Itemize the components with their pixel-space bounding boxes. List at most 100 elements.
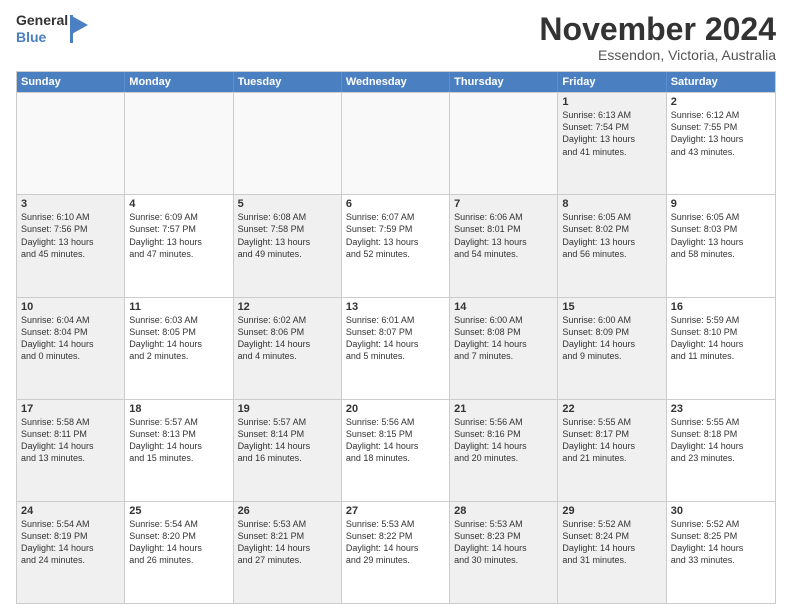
day-number: 11 [129, 301, 228, 313]
day-info: Sunrise: 5:58 AM Sunset: 8:11 PM Dayligh… [21, 416, 120, 465]
day-info: Sunrise: 6:03 AM Sunset: 8:05 PM Dayligh… [129, 314, 228, 363]
day-cell-empty-3 [342, 93, 450, 194]
day-cell-7: 7Sunrise: 6:06 AM Sunset: 8:01 PM Daylig… [450, 195, 558, 296]
day-cell-4: 4Sunrise: 6:09 AM Sunset: 7:57 PM Daylig… [125, 195, 233, 296]
day-cell-15: 15Sunrise: 6:00 AM Sunset: 8:09 PM Dayli… [558, 298, 666, 399]
day-header-saturday: Saturday [667, 72, 775, 92]
header: General Blue November 2024 Essendon, Vic… [16, 12, 776, 63]
day-header-sunday: Sunday [17, 72, 125, 92]
location: Essendon, Victoria, Australia [539, 47, 776, 63]
day-cell-20: 20Sunrise: 5:56 AM Sunset: 8:15 PM Dayli… [342, 400, 450, 501]
day-number: 25 [129, 505, 228, 517]
week-row-5: 24Sunrise: 5:54 AM Sunset: 8:19 PM Dayli… [17, 501, 775, 603]
day-cell-22: 22Sunrise: 5:55 AM Sunset: 8:17 PM Dayli… [558, 400, 666, 501]
day-number: 24 [21, 505, 120, 517]
day-info: Sunrise: 6:04 AM Sunset: 8:04 PM Dayligh… [21, 314, 120, 363]
day-number: 3 [21, 198, 120, 210]
day-cell-21: 21Sunrise: 5:56 AM Sunset: 8:16 PM Dayli… [450, 400, 558, 501]
week-row-4: 17Sunrise: 5:58 AM Sunset: 8:11 PM Dayli… [17, 399, 775, 501]
weeks: 1Sunrise: 6:13 AM Sunset: 7:54 PM Daylig… [17, 92, 775, 603]
logo-chevron-icon [70, 15, 90, 43]
logo-text: General Blue [16, 12, 68, 46]
day-number: 1 [562, 96, 661, 108]
day-cell-30: 30Sunrise: 5:52 AM Sunset: 8:25 PM Dayli… [667, 502, 775, 603]
day-cell-5: 5Sunrise: 6:08 AM Sunset: 7:58 PM Daylig… [234, 195, 342, 296]
day-info: Sunrise: 6:12 AM Sunset: 7:55 PM Dayligh… [671, 109, 771, 158]
day-info: Sunrise: 5:53 AM Sunset: 8:21 PM Dayligh… [238, 518, 337, 567]
day-header-wednesday: Wednesday [342, 72, 450, 92]
day-number: 20 [346, 403, 445, 415]
day-headers: SundayMondayTuesdayWednesdayThursdayFrid… [17, 72, 775, 92]
logo-container: General Blue [16, 12, 90, 46]
day-info: Sunrise: 5:53 AM Sunset: 8:22 PM Dayligh… [346, 518, 445, 567]
day-info: Sunrise: 5:56 AM Sunset: 8:16 PM Dayligh… [454, 416, 553, 465]
day-number: 12 [238, 301, 337, 313]
day-number: 18 [129, 403, 228, 415]
title-block: November 2024 Essendon, Victoria, Austra… [539, 12, 776, 63]
day-info: Sunrise: 6:05 AM Sunset: 8:03 PM Dayligh… [671, 211, 771, 260]
day-info: Sunrise: 5:59 AM Sunset: 8:10 PM Dayligh… [671, 314, 771, 363]
day-cell-8: 8Sunrise: 6:05 AM Sunset: 8:02 PM Daylig… [558, 195, 666, 296]
day-number: 16 [671, 301, 771, 313]
day-cell-16: 16Sunrise: 5:59 AM Sunset: 8:10 PM Dayli… [667, 298, 775, 399]
day-info: Sunrise: 6:08 AM Sunset: 7:58 PM Dayligh… [238, 211, 337, 260]
day-info: Sunrise: 6:02 AM Sunset: 8:06 PM Dayligh… [238, 314, 337, 363]
day-cell-empty-1 [125, 93, 233, 194]
day-cell-6: 6Sunrise: 6:07 AM Sunset: 7:59 PM Daylig… [342, 195, 450, 296]
day-number: 22 [562, 403, 661, 415]
day-info: Sunrise: 5:57 AM Sunset: 8:14 PM Dayligh… [238, 416, 337, 465]
day-number: 29 [562, 505, 661, 517]
day-info: Sunrise: 5:52 AM Sunset: 8:24 PM Dayligh… [562, 518, 661, 567]
logo: General Blue [16, 12, 90, 46]
day-info: Sunrise: 5:54 AM Sunset: 8:19 PM Dayligh… [21, 518, 120, 567]
day-cell-27: 27Sunrise: 5:53 AM Sunset: 8:22 PM Dayli… [342, 502, 450, 603]
logo-general: General [16, 12, 68, 28]
day-number: 30 [671, 505, 771, 517]
day-number: 13 [346, 301, 445, 313]
day-number: 28 [454, 505, 553, 517]
day-info: Sunrise: 6:06 AM Sunset: 8:01 PM Dayligh… [454, 211, 553, 260]
day-cell-29: 29Sunrise: 5:52 AM Sunset: 8:24 PM Dayli… [558, 502, 666, 603]
day-cell-1: 1Sunrise: 6:13 AM Sunset: 7:54 PM Daylig… [558, 93, 666, 194]
day-info: Sunrise: 5:57 AM Sunset: 8:13 PM Dayligh… [129, 416, 228, 465]
logo-blue: Blue [16, 29, 46, 45]
day-cell-26: 26Sunrise: 5:53 AM Sunset: 8:21 PM Dayli… [234, 502, 342, 603]
day-info: Sunrise: 5:55 AM Sunset: 8:17 PM Dayligh… [562, 416, 661, 465]
day-number: 26 [238, 505, 337, 517]
day-cell-23: 23Sunrise: 5:55 AM Sunset: 8:18 PM Dayli… [667, 400, 775, 501]
day-number: 5 [238, 198, 337, 210]
day-number: 19 [238, 403, 337, 415]
month-title: November 2024 [539, 12, 776, 47]
day-info: Sunrise: 6:05 AM Sunset: 8:02 PM Dayligh… [562, 211, 661, 260]
day-cell-2: 2Sunrise: 6:12 AM Sunset: 7:55 PM Daylig… [667, 93, 775, 194]
day-number: 23 [671, 403, 771, 415]
day-info: Sunrise: 6:09 AM Sunset: 7:57 PM Dayligh… [129, 211, 228, 260]
day-number: 14 [454, 301, 553, 313]
day-info: Sunrise: 6:01 AM Sunset: 8:07 PM Dayligh… [346, 314, 445, 363]
day-number: 10 [21, 301, 120, 313]
calendar: SundayMondayTuesdayWednesdayThursdayFrid… [16, 71, 776, 604]
week-row-3: 10Sunrise: 6:04 AM Sunset: 8:04 PM Dayli… [17, 297, 775, 399]
day-number: 4 [129, 198, 228, 210]
day-info: Sunrise: 6:00 AM Sunset: 8:09 PM Dayligh… [562, 314, 661, 363]
day-cell-28: 28Sunrise: 5:53 AM Sunset: 8:23 PM Dayli… [450, 502, 558, 603]
day-cell-11: 11Sunrise: 6:03 AM Sunset: 8:05 PM Dayli… [125, 298, 233, 399]
day-number: 9 [671, 198, 771, 210]
day-cell-empty-2 [234, 93, 342, 194]
day-info: Sunrise: 5:56 AM Sunset: 8:15 PM Dayligh… [346, 416, 445, 465]
day-cell-3: 3Sunrise: 6:10 AM Sunset: 7:56 PM Daylig… [17, 195, 125, 296]
day-cell-19: 19Sunrise: 5:57 AM Sunset: 8:14 PM Dayli… [234, 400, 342, 501]
day-cell-13: 13Sunrise: 6:01 AM Sunset: 8:07 PM Dayli… [342, 298, 450, 399]
day-cell-empty-4 [450, 93, 558, 194]
day-number: 17 [21, 403, 120, 415]
day-cell-18: 18Sunrise: 5:57 AM Sunset: 8:13 PM Dayli… [125, 400, 233, 501]
day-number: 7 [454, 198, 553, 210]
day-info: Sunrise: 5:54 AM Sunset: 8:20 PM Dayligh… [129, 518, 228, 567]
day-number: 6 [346, 198, 445, 210]
day-cell-24: 24Sunrise: 5:54 AM Sunset: 8:19 PM Dayli… [17, 502, 125, 603]
day-cell-25: 25Sunrise: 5:54 AM Sunset: 8:20 PM Dayli… [125, 502, 233, 603]
day-header-tuesday: Tuesday [234, 72, 342, 92]
day-number: 27 [346, 505, 445, 517]
day-number: 2 [671, 96, 771, 108]
day-header-friday: Friday [558, 72, 666, 92]
